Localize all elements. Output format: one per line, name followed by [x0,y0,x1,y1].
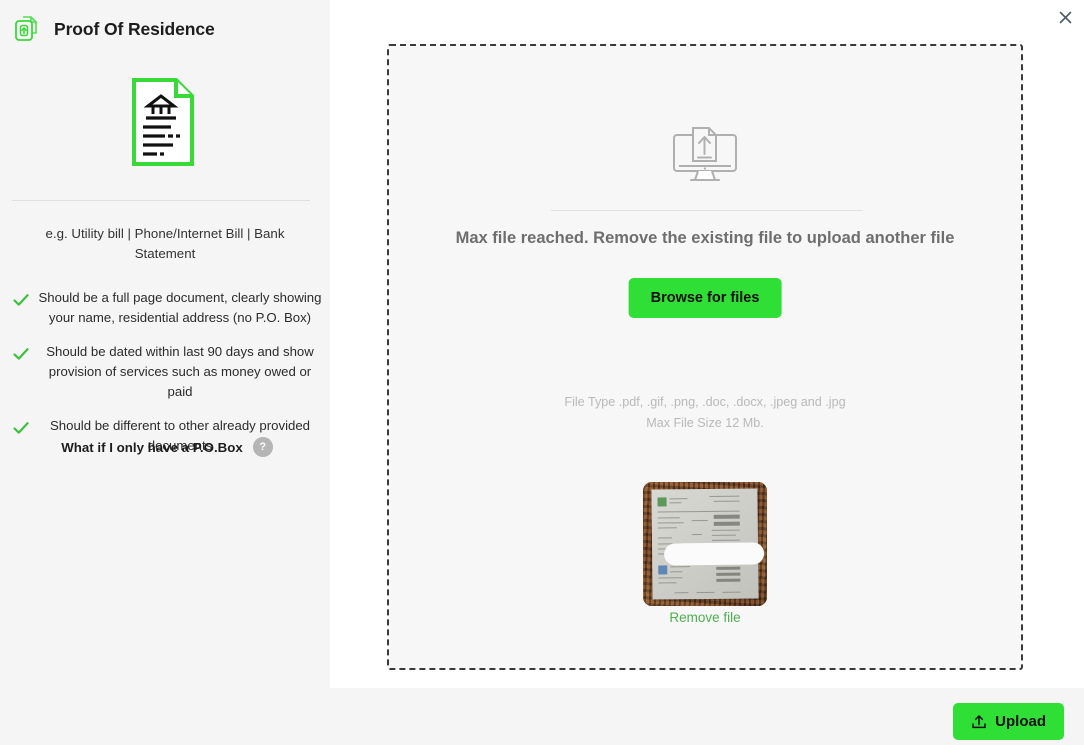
file-dropzone[interactable]: Max file reached. Remove the existing fi… [387,44,1023,670]
browse-for-files-button[interactable]: Browse for files [628,278,782,318]
upload-button-label: Upload [995,713,1046,730]
close-icon [1059,11,1071,23]
criteria-text: Should be dated within last 90 days and … [46,344,314,399]
upload-document-dialog: Proof Of Residence e.g. Utility bill | P… [0,0,1084,745]
document-upload-icon [12,14,42,44]
file-size-hint: Max File Size 12 Mb. [646,416,764,430]
thumbnail-overlay-bar [663,542,765,566]
requirements-panel: Proof Of Residence e.g. Utility bill | P… [0,0,330,688]
pobox-label: What if I only have a P.O.Box [61,439,243,455]
file-hints: File Type .pdf, .gif, .png, .doc, .docx,… [389,392,1021,434]
upload-panel: Max file reached. Remove the existing fi… [330,0,1084,688]
divider [551,210,863,211]
remove-file-button[interactable]: Remove file [643,610,767,625]
uploaded-file-item: Remove file [643,482,767,625]
upload-icon [972,714,986,728]
check-icon [12,291,30,309]
check-icon [12,345,30,363]
upload-button[interactable]: Upload [953,703,1064,740]
check-icon [12,419,30,437]
file-type-hint: File Type .pdf, .gif, .png, .doc, .docx,… [564,395,846,409]
help-icon[interactable]: ? [252,437,273,457]
uploaded-document-thumbnail[interactable] [643,482,767,606]
divider [12,200,310,201]
list-item: Should be dated within last 90 days and … [12,342,322,402]
criteria-text: Should be a full page document, clearly … [38,290,322,325]
list-item: Should be a full page document, clearly … [12,288,322,328]
dropzone-message: Max file reached. Remove the existing fi… [455,229,955,247]
dialog-footer: Upload [0,688,1084,745]
page-title: Proof Of Residence [54,18,215,39]
panel-header: Proof Of Residence [12,14,215,44]
examples-text: e.g. Utility bill | Phone/Internet Bill … [45,226,285,261]
thumbnail-document [651,488,765,600]
close-button[interactable] [1054,6,1076,28]
pobox-help-row[interactable]: What if I only have a P.O.Box ? [12,437,322,457]
